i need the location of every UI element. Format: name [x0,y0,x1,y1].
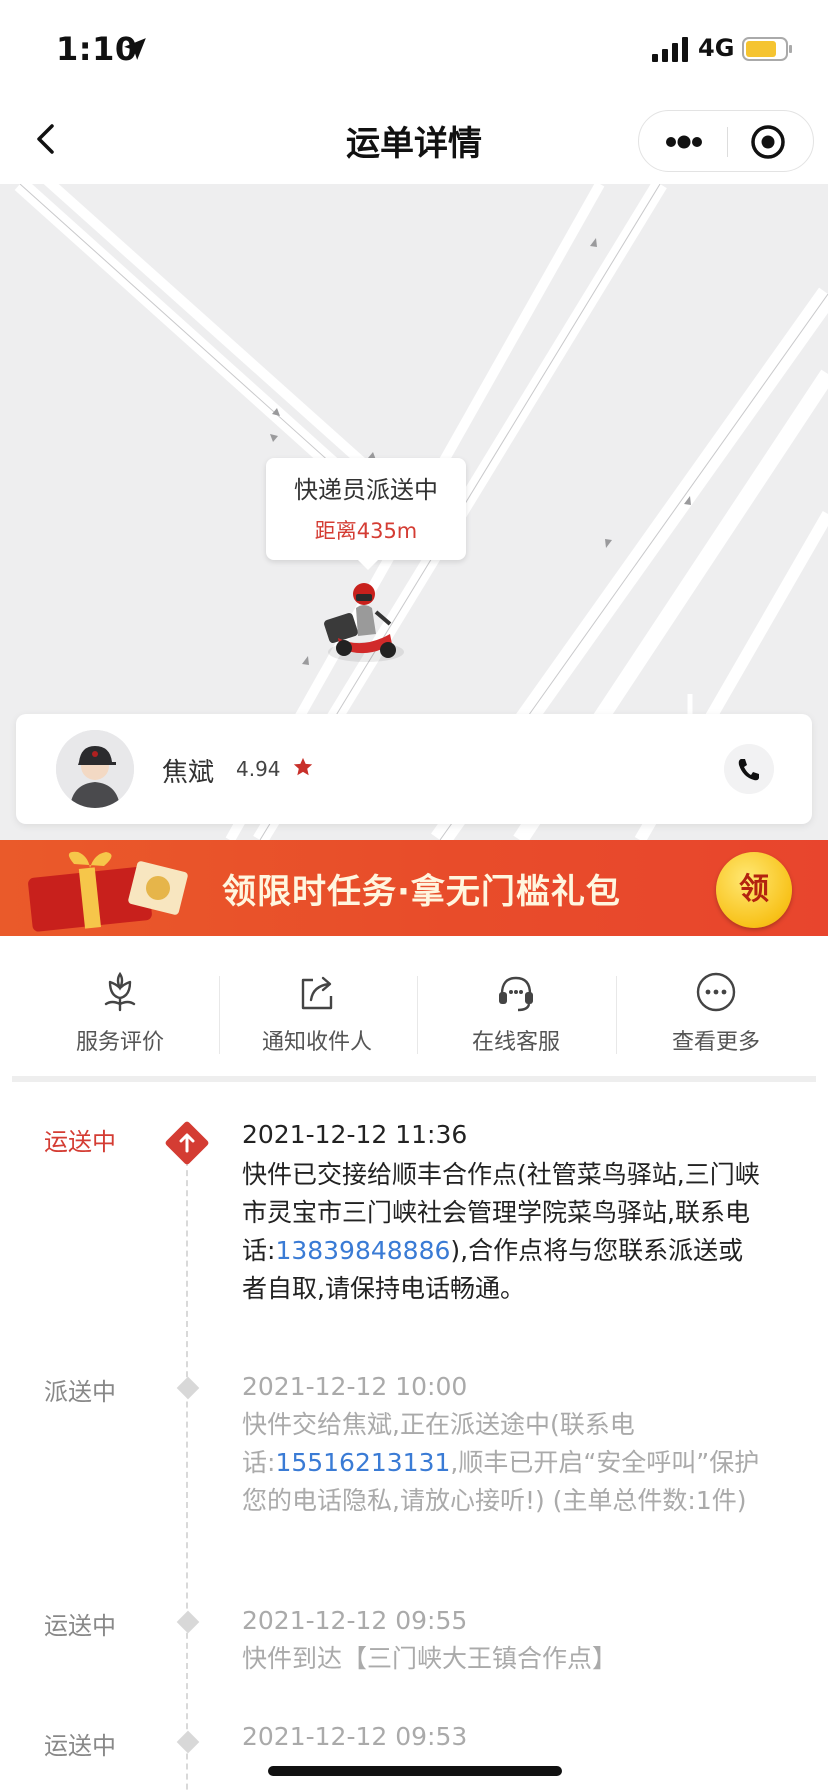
share-icon [301,976,333,1010]
timeline-description: 快件到达【三门峡大王镇合作点】 [242,1644,618,1673]
timeline-time: 2021-12-12 09:53 [242,1722,468,1751]
action-view-more[interactable]: 查看更多 [626,970,806,1070]
gift-box-icon [28,851,188,932]
nav-bar: 运单详情 [0,96,828,184]
bubble-distance: 距离435m [314,519,418,543]
avatar [56,730,134,808]
phone-link[interactable]: 13839848886 [275,1236,450,1265]
timeline-status: 运送中 [44,1612,116,1640]
bubble-title: 快递员派送中 [294,476,438,504]
headset-icon [499,976,533,1012]
courier-scooter-icon [324,583,404,662]
quick-actions: 服务评价 通知收件人 在线客服 查看更多 [0,950,828,1076]
courier-name: 焦斌 [162,758,215,788]
phone-link[interactable]: 15516213131 [275,1448,450,1477]
more-circle-icon [696,972,736,1012]
arrow-up-icon [165,1121,209,1165]
courier-rating: 4.94 [236,757,281,781]
action-online-service[interactable]: 在线客服 [426,970,606,1070]
timeline-status: 运送中 [44,1732,116,1760]
home-indicator [268,1766,562,1776]
status-bar: 1:10 4G [0,0,828,96]
more-dots-icon[interactable] [639,111,727,173]
action-notify-recipient[interactable]: 通知收件人 [227,970,407,1070]
star-icon [293,757,313,776]
claim-button[interactable]: 领 [716,852,792,928]
action-label: 在线客服 [471,1030,560,1055]
promo-text: 领限时任务·拿无门槛礼包 [222,872,621,912]
timeline-line [186,1150,188,1792]
timeline-time: 2021-12-12 09:55 [242,1606,468,1635]
timeline-node [176,1730,200,1754]
network-label: 4G [698,34,735,62]
action-label: 查看更多 [671,1030,760,1055]
promo-banner[interactable]: 领限时任务·拿无门槛礼包 领 [0,840,828,936]
courier-card: 焦斌 4.94 [16,714,812,824]
timeline-description: 快件交给焦斌,正在派送途中(联系电话:15516213131,顺丰已开启“安全呼… [242,1410,760,1515]
action-divider [616,976,617,1054]
action-divider [417,976,418,1054]
battery-icon [742,37,792,61]
timeline-time: 2021-12-12 11:36 [242,1120,468,1149]
timeline-node [176,1376,200,1400]
mini-program-capsule [638,110,814,172]
timeline-status: 派送中 [44,1378,116,1406]
action-divider [219,976,220,1054]
tracking-timeline: 运送中 2021-12-12 11:36 快件已交接给顺丰合作点(社管菜鸟驿站,… [0,1100,828,1792]
action-label: 通知收件人 [261,1030,372,1055]
courier-status-bubble: 快递员派送中 距离435m [266,458,466,570]
timeline-status: 运送中 [44,1128,116,1156]
flower-icon [104,971,136,1012]
action-service-rating[interactable]: 服务评价 [30,970,210,1070]
location-arrow-icon [124,38,146,60]
section-divider [12,1076,816,1082]
signal-icon [652,37,688,62]
timeline-description: 快件已交接给顺丰合作点(社管菜鸟驿站,三门峡市灵宝市三门峡社会管理学院菜鸟驿站,… [242,1160,760,1303]
timeline-time: 2021-12-12 10:00 [242,1372,468,1401]
phone-icon[interactable] [724,744,774,794]
timeline-node [176,1610,200,1634]
target-icon[interactable] [728,111,815,173]
action-label: 服务评价 [75,1030,164,1055]
